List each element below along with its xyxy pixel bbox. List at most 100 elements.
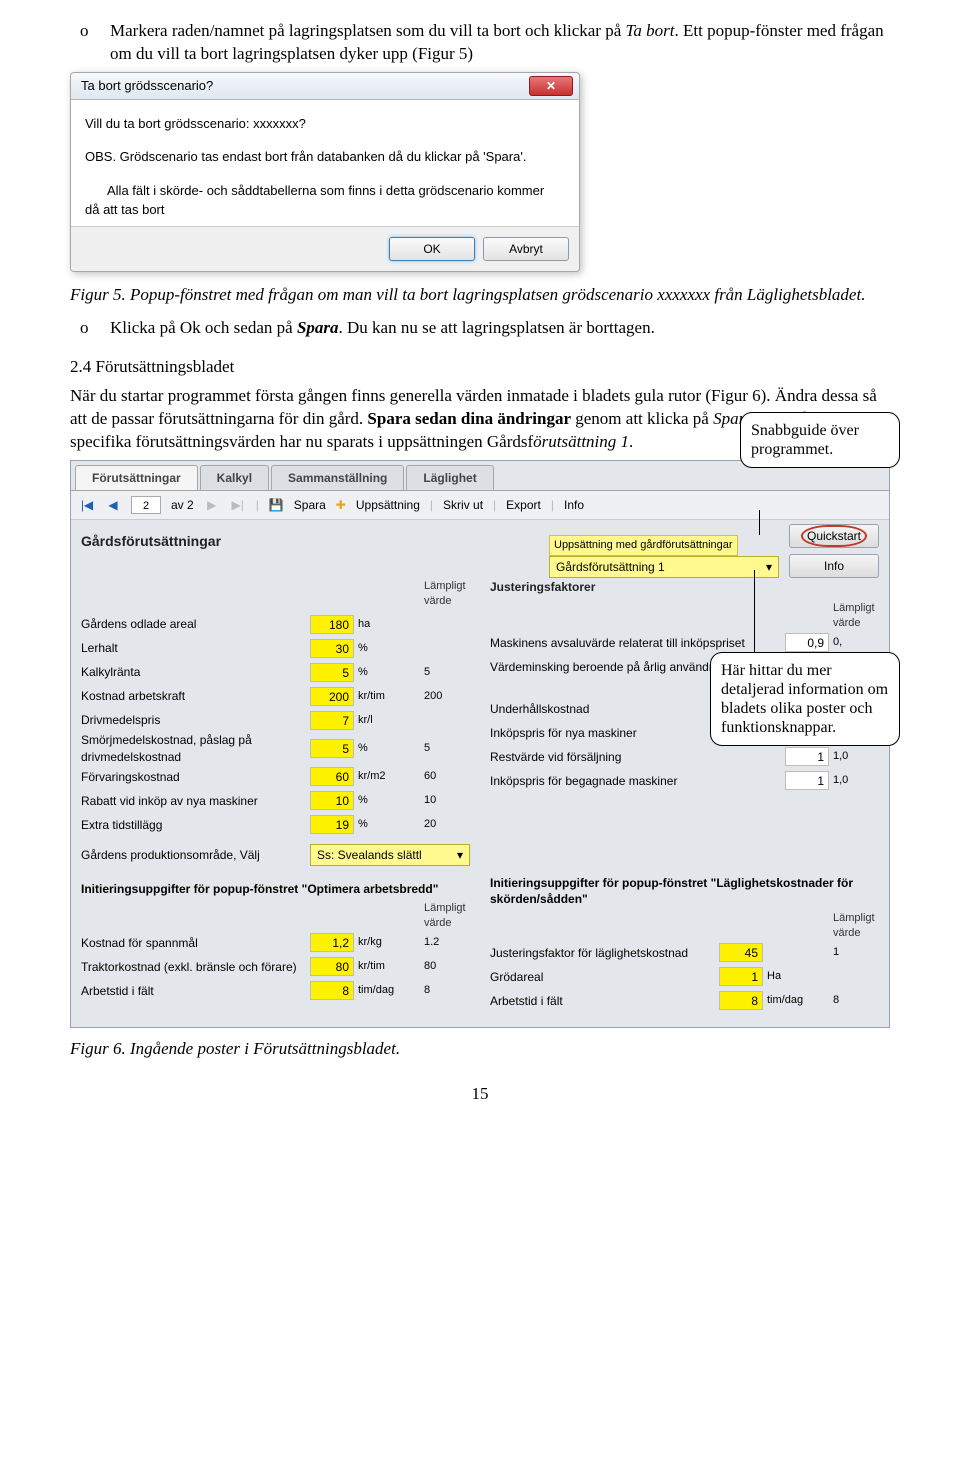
text-bold: Spara sedan dina ändringar (367, 409, 571, 428)
field-label: Restvärde vid försäljning (490, 749, 785, 765)
heading-2-4: 2.4 Förutsättningsbladet (70, 356, 890, 379)
nav-prev-icon[interactable]: ◀ (105, 497, 121, 513)
form-row: Arbetstid i fält8tim/dag8 (490, 989, 879, 1013)
field-label: Inköpspris för begagnade maskiner (490, 773, 785, 789)
cancel-button[interactable]: Avbryt (483, 237, 569, 261)
form-row: Traktorkostnad (exkl. bränsle och förare… (81, 955, 470, 979)
info-button[interactable]: Info (564, 497, 584, 513)
field-label: Drivmedelspris (81, 712, 310, 728)
unit-label: % (354, 665, 420, 680)
value-input[interactable]: 5 (310, 739, 354, 758)
value-input[interactable]: 5 (310, 663, 354, 682)
value-input[interactable]: 0,9 (785, 633, 829, 652)
page-number-input[interactable]: 2 (131, 496, 161, 514)
unit-label: % (354, 641, 420, 656)
unit-label: kr/m2 (354, 769, 420, 784)
close-button[interactable]: ✕ (529, 76, 573, 96)
tab-sammanstallning[interactable]: Sammanställning (271, 465, 404, 490)
value-input[interactable]: 1 (719, 967, 763, 986)
field-label: Extra tidstillägg (81, 817, 310, 833)
info-panel-button[interactable]: Info (789, 554, 879, 578)
value-input[interactable]: 80 (310, 957, 354, 976)
field-label: Lerhalt (81, 640, 310, 656)
lampligt-varde-header: Lämpligt värde (420, 901, 470, 931)
text-bold-italic: Spara (297, 318, 339, 337)
save-button[interactable]: Spara (294, 497, 326, 513)
unit-label: Ha (763, 969, 829, 984)
dialog-titlebar: Ta bort grödsscenario? ✕ (71, 73, 579, 100)
tab-forutsattningar[interactable]: Förutsättningar (75, 465, 198, 490)
form-row: Kostnad för spannmål1,2kr/kg1.2 (81, 931, 470, 955)
field-label: Justeringsfaktor för läglighetskostnad (490, 945, 719, 961)
tab-kalkyl[interactable]: Kalkyl (200, 465, 269, 490)
bullet-marker: o (70, 20, 110, 66)
value-input[interactable]: 200 (310, 687, 354, 706)
uppsattning-button[interactable]: Uppsättning (356, 497, 420, 513)
value-input[interactable]: 8 (310, 981, 354, 1000)
page-number: 15 (70, 1083, 890, 1106)
region-label: Gårdens produktionsområde, Välj (81, 847, 310, 863)
callout-connector (759, 510, 761, 535)
bullet-item-1: o Markera raden/namnet på lagringsplatse… (70, 20, 890, 66)
value-input[interactable]: 8 (719, 991, 763, 1010)
print-button[interactable]: Skriv ut (443, 497, 483, 513)
field-label: Smörjmedelskostnad, påslag på drivmedels… (81, 732, 310, 764)
dialog-line: Alla fält i skörde- och såddtabellerna s… (85, 181, 565, 201)
tab-laglighet[interactable]: Läglighet (406, 465, 493, 490)
region-select[interactable]: Ss: Svealands slättl ▾ (310, 844, 470, 866)
value-input[interactable]: 1,2 (310, 933, 354, 952)
dialog-footer: OK Avbryt (71, 226, 579, 271)
form-row: Arbetstid i fält8tim/dag8 (81, 979, 470, 1003)
value-input[interactable]: 7 (310, 711, 354, 730)
value-input[interactable]: 1 (785, 771, 829, 790)
form-row: Smörjmedelskostnad, påslag på drivmedels… (81, 732, 470, 764)
value-input[interactable]: 10 (310, 791, 354, 810)
export-button[interactable]: Export (506, 497, 541, 513)
uppsattning-select[interactable]: Gårdsförutsättning 1 ▾ (549, 556, 779, 578)
nav-last-icon[interactable]: ▶| (230, 497, 246, 513)
suggested-value: 5 (420, 665, 470, 680)
figure-6-caption: Figur 6. Ingående poster i Förutsättning… (70, 1038, 890, 1061)
uppsattning-label: Uppsättning med gårdförutsättningar (549, 535, 738, 556)
suggested-value: 60 (420, 769, 470, 784)
suggested-value: 10 (420, 793, 470, 808)
form-row: Lerhalt30% (81, 636, 470, 660)
value-input[interactable]: 30 (310, 639, 354, 658)
confirm-dialog: Ta bort grödsscenario? ✕ Vill du ta bort… (70, 72, 580, 272)
ok-button[interactable]: OK (389, 237, 475, 261)
form-row: Drivmedelspris7kr/l (81, 708, 470, 732)
text: genom att klicka på (571, 409, 713, 428)
value-input[interactable]: 1 (785, 747, 829, 766)
suggested-value: 1 (829, 945, 879, 960)
app-screenshot-wrap: Snabbguide över programmet. Här hittar d… (70, 460, 890, 1028)
field-label: Traktorkostnad (exkl. bränsle och förare… (81, 959, 310, 975)
value-input[interactable]: 45 (719, 943, 763, 962)
value-input[interactable]: 60 (310, 767, 354, 786)
figure-5-caption: Figur 5. Popup-fönstret med frågan om ma… (70, 284, 890, 307)
select-value: Gårdsförutsättning 1 (556, 559, 665, 575)
form-row: Rabatt vid inköp av nya maskiner10%10 (81, 789, 470, 813)
chevron-down-icon: ▾ (457, 847, 463, 863)
callout-quickstart: Snabbguide över programmet. (740, 412, 900, 468)
unit-label: kr/l (354, 713, 420, 728)
value-input[interactable]: 180 (310, 615, 354, 634)
form-row: Restvärde vid försäljning11,0 (490, 745, 879, 769)
dialog-line: Vill du ta bort grödsscenario: xxxxxxx? (85, 114, 565, 134)
form-row: Kostnad arbetskraft200kr/tim200 (81, 684, 470, 708)
suggested-value: 1.2 (420, 935, 470, 950)
text: . Du kan nu se att lagringsplatsen är bo… (339, 318, 655, 337)
lampligt-varde-header: Lämpligt värde (420, 579, 470, 609)
quickstart-button[interactable]: Quickstart (789, 524, 879, 548)
nav-next-icon[interactable]: ▶ (204, 497, 220, 513)
init-left-title: Initieringsuppgifter för popup-fönstret … (81, 881, 470, 897)
unit-label: tim/dag (354, 983, 420, 998)
bullet-marker: o (70, 317, 110, 340)
nav-first-icon[interactable]: |◀ (79, 497, 95, 513)
chevron-down-icon: ▾ (766, 559, 772, 575)
text-italic: Ta bort (626, 21, 675, 40)
value-input[interactable]: 19 (310, 815, 354, 834)
close-icon: ✕ (546, 78, 556, 94)
dialog-line: OBS. Grödscenario tas endast bort från d… (85, 147, 565, 167)
form-row: Förvaringskostnad60kr/m260 (81, 765, 470, 789)
lampligt-varde-header: Lämpligt värde (829, 601, 879, 631)
